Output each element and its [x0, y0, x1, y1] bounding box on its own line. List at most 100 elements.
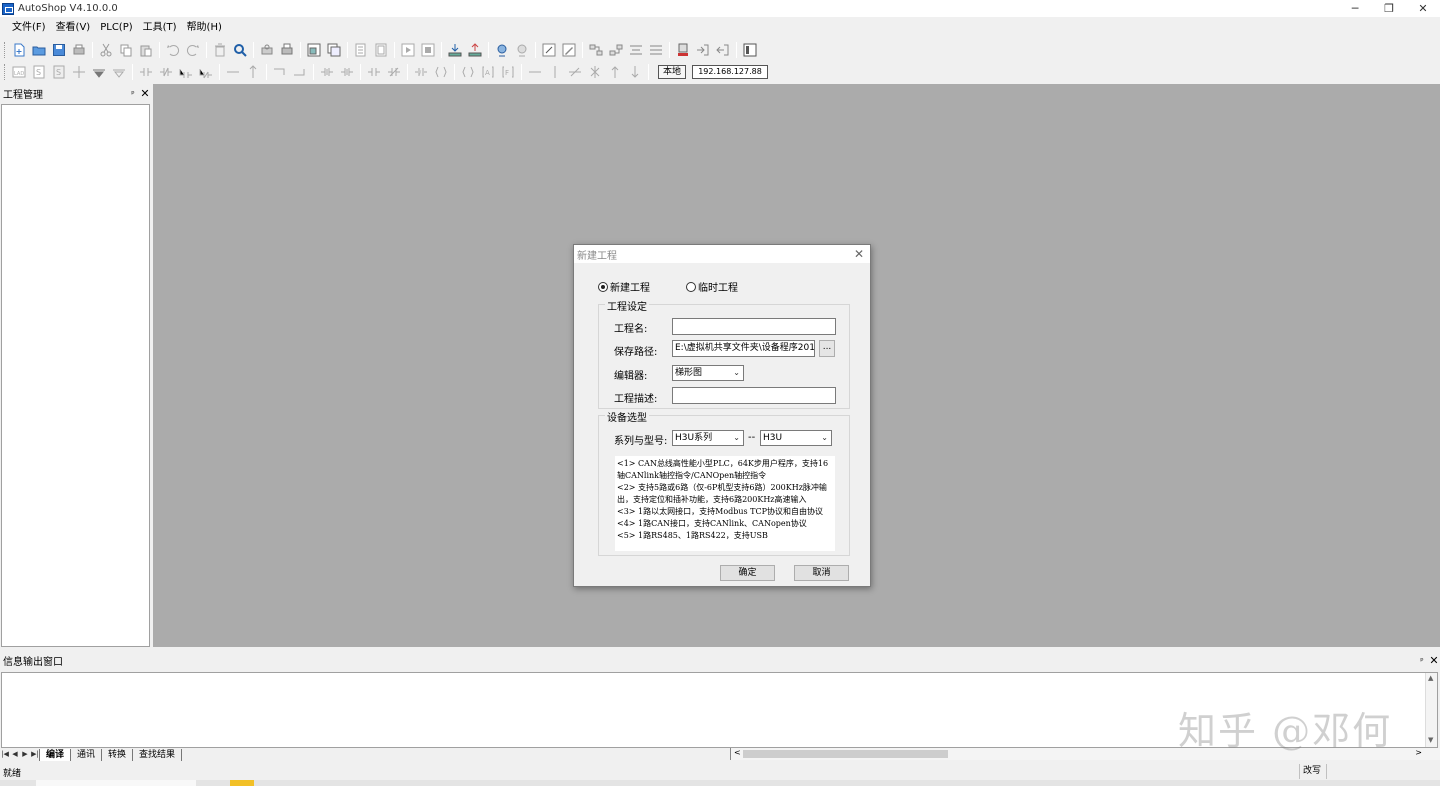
- scroll-right-icon[interactable]: >: [1415, 748, 1422, 757]
- compile-icon[interactable]: [352, 41, 370, 59]
- delete-icon[interactable]: [211, 41, 229, 59]
- tab-first-icon[interactable]: |◀: [0, 749, 10, 760]
- write-mode-icon[interactable]: [540, 41, 558, 59]
- upload-icon[interactable]: [466, 41, 484, 59]
- editor-select[interactable]: 梯形图 ⌄: [672, 365, 744, 381]
- network-scan-icon[interactable]: [587, 41, 605, 59]
- browse-button[interactable]: ...: [819, 340, 835, 357]
- function-block-icon[interactable]: F: [499, 63, 517, 81]
- login-icon[interactable]: [694, 41, 712, 59]
- restore-button[interactable]: ❐: [1372, 0, 1406, 17]
- tab-communication[interactable]: 通讯: [70, 748, 103, 761]
- parallel-falling-icon[interactable]: [385, 63, 403, 81]
- series-select[interactable]: H3U系列 ⌄: [672, 430, 744, 446]
- project-desc-input[interactable]: [672, 387, 836, 404]
- stop-icon[interactable]: [419, 41, 437, 59]
- radio-temp-project[interactable]: 临时工程: [686, 279, 738, 294]
- menu-help[interactable]: 帮助(H): [182, 19, 227, 37]
- tab-compile[interactable]: 编译: [39, 748, 72, 761]
- new-file-icon[interactable]: [10, 41, 28, 59]
- monitor-icon[interactable]: [493, 41, 511, 59]
- operation-icon[interactable]: [432, 63, 450, 81]
- cut-icon[interactable]: [97, 41, 115, 59]
- undo-icon[interactable]: [164, 41, 182, 59]
- radio-unselected-icon[interactable]: [686, 281, 696, 292]
- draw-hline-icon[interactable]: [526, 63, 544, 81]
- cancel-button[interactable]: 取消: [794, 565, 849, 581]
- script-mode-icon[interactable]: S: [50, 63, 68, 81]
- model-select[interactable]: H3U ⌄: [760, 430, 832, 446]
- tab-convert[interactable]: 转换: [101, 748, 134, 761]
- menu-file[interactable]: 文件(F): [7, 19, 51, 37]
- pin-icon[interactable]: ᵖ: [1416, 656, 1428, 665]
- redo-icon[interactable]: [184, 41, 202, 59]
- save-path-input[interactable]: E:\虚拟机共享文件夹\设备程序2017: [672, 340, 815, 357]
- edit-mode-icon[interactable]: [560, 41, 578, 59]
- run-icon[interactable]: [399, 41, 417, 59]
- printer-setup-icon[interactable]: [278, 41, 296, 59]
- output-vertical-scrollbar[interactable]: ▲ ▼: [1425, 673, 1437, 747]
- close-panel-icon[interactable]: ✕: [1428, 654, 1440, 667]
- arrow-down-icon[interactable]: [626, 63, 644, 81]
- layout-icon[interactable]: [741, 41, 759, 59]
- falling-edge-icon[interactable]: [338, 63, 356, 81]
- scroll-up-icon[interactable]: ▲: [1428, 674, 1433, 682]
- minimize-button[interactable]: ─: [1338, 0, 1372, 17]
- compile-all-icon[interactable]: [372, 41, 390, 59]
- compare-icon[interactable]: [647, 41, 665, 59]
- scroll-left-icon[interactable]: <: [734, 748, 741, 757]
- menu-tools[interactable]: 工具(T): [138, 19, 182, 37]
- coil-icon[interactable]: [459, 63, 477, 81]
- delete-down-icon[interactable]: [110, 63, 128, 81]
- menu-plc[interactable]: PLC(P): [95, 19, 137, 37]
- logout-icon[interactable]: [714, 41, 732, 59]
- align-icon[interactable]: [627, 41, 645, 59]
- contact-nc-icon[interactable]: [157, 63, 175, 81]
- branch-right-icon[interactable]: [291, 63, 309, 81]
- monitor-stop-icon[interactable]: [513, 41, 531, 59]
- tab-prev-icon[interactable]: ◀: [10, 749, 20, 760]
- pin-icon[interactable]: ᵖ: [127, 89, 139, 98]
- tab-next-icon[interactable]: ▶: [20, 749, 30, 760]
- insert-down-icon[interactable]: [90, 63, 108, 81]
- parallel-no-icon[interactable]: [177, 63, 195, 81]
- vline-icon[interactable]: [244, 63, 262, 81]
- branch-left-icon[interactable]: [271, 63, 289, 81]
- ladder-mode-icon[interactable]: LAD: [10, 63, 28, 81]
- window-cascade-icon[interactable]: [325, 41, 343, 59]
- window-tile-icon[interactable]: [305, 41, 323, 59]
- paste-icon[interactable]: [137, 41, 155, 59]
- print-preview-icon[interactable]: [258, 41, 276, 59]
- search-icon[interactable]: [231, 41, 249, 59]
- rising-edge-icon[interactable]: [318, 63, 336, 81]
- draw-vline-icon[interactable]: [546, 63, 564, 81]
- ok-button[interactable]: 确定: [720, 565, 775, 581]
- parallel-rising-icon[interactable]: [365, 63, 383, 81]
- parallel-nc-icon[interactable]: [197, 63, 215, 81]
- radio-new-project[interactable]: 新建工程: [598, 279, 650, 294]
- ip-address-box[interactable]: 192.168.127.88: [692, 65, 769, 79]
- hline-icon[interactable]: [224, 63, 242, 81]
- plc-status-icon[interactable]: [674, 41, 692, 59]
- delete-hline-icon[interactable]: [566, 63, 584, 81]
- open-folder-icon[interactable]: [30, 41, 48, 59]
- local-button[interactable]: 本地: [658, 65, 687, 79]
- radio-selected-icon[interactable]: [598, 281, 608, 292]
- print-icon[interactable]: [70, 41, 88, 59]
- dialog-close-icon[interactable]: ✕: [854, 247, 864, 261]
- close-panel-icon[interactable]: ✕: [139, 87, 151, 100]
- menu-view[interactable]: 查看(V): [51, 19, 96, 37]
- save-icon[interactable]: [50, 41, 68, 59]
- close-window-button[interactable]: ✕: [1406, 0, 1440, 17]
- project-name-input[interactable]: [672, 318, 836, 335]
- network-config-icon[interactable]: [607, 41, 625, 59]
- invert-icon[interactable]: /: [412, 63, 430, 81]
- project-tree[interactable]: [1, 104, 150, 647]
- scroll-down-icon[interactable]: ▼: [1428, 736, 1433, 744]
- tab-find-results[interactable]: 查找结果: [132, 748, 183, 761]
- scroll-thumb[interactable]: [743, 750, 948, 758]
- copy-icon[interactable]: [117, 41, 135, 59]
- sfc-mode-icon[interactable]: S: [30, 63, 48, 81]
- insert-row-icon[interactable]: [70, 63, 88, 81]
- function-icon[interactable]: A: [479, 63, 497, 81]
